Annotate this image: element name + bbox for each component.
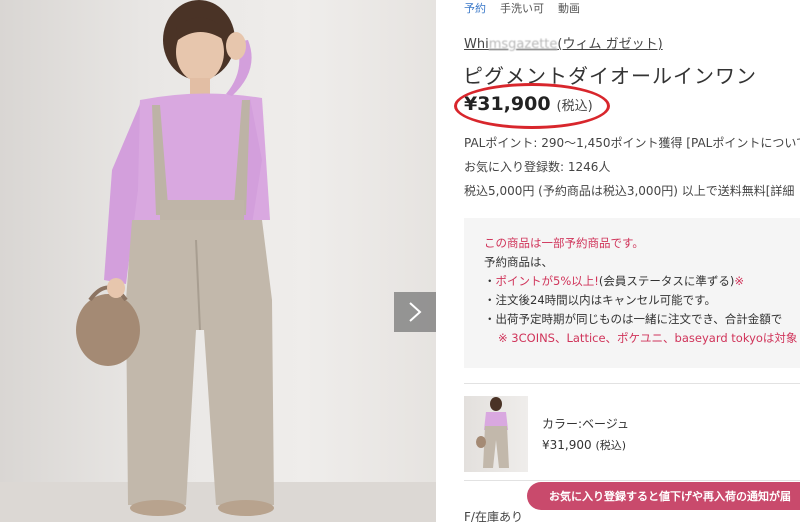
shipping-info[interactable]: 税込5,000円 (予約商品は税込3,000円) 以上で送料無料[詳細 <box>464 182 794 199</box>
notice-line-points: ・ポイントが5%以上!(会員ステータスに準ずる)※ <box>484 272 800 291</box>
tag-reservation[interactable]: 予約 <box>464 0 486 16</box>
brand-link[interactable]: Whimsgazette(ウィム ガゼット) <box>464 33 663 52</box>
preorder-notice: この商品は一部予約商品です。 予約商品は、 ・ポイントが5%以上!(会員ステータ… <box>464 218 800 368</box>
notice-bullet: ・ <box>484 274 496 288</box>
variant-color: カラー:ベージュ <box>542 417 629 431</box>
notice-points-rest: (会員ステータスに準ずる) <box>598 274 735 288</box>
notice-line-shipping: ・出荷予定時期が同じものは一緒に注文でき、合計金額で <box>484 312 783 326</box>
divider <box>464 383 800 384</box>
price-highlight-circle <box>454 83 610 129</box>
notice-line-exclusion: ※ 3COINS、Lattice、ポケユニ、baseyard tokyoは対象 <box>498 331 798 345</box>
product-info-panel: 予約 手洗い可 動画 Whimsgazette(ウィム ガゼット) ピグメントダ… <box>436 0 800 522</box>
notice-points-highlight: ポイントが5%以上! <box>495 274 599 288</box>
variant-price-amount: ¥31,900 <box>542 438 592 452</box>
chevron-right-icon <box>409 302 422 322</box>
tag-video[interactable]: 動画 <box>558 0 580 16</box>
stock-status[interactable]: F/在庫あり <box>464 508 523 522</box>
notice-line-cancel: ・注文後24時間以内はキャンセル可能です。 <box>484 293 716 307</box>
brand-obscured: msgazette <box>488 37 558 52</box>
notice-points-mark: ※ <box>734 274 744 288</box>
variant-thumbnail[interactable] <box>464 396 528 472</box>
brand-suffix: (ウィム ガゼット) <box>557 37 663 52</box>
notice-line: 予約商品は、 <box>484 255 553 269</box>
product-image[interactable] <box>0 0 436 522</box>
brand-prefix: Whi <box>464 37 489 52</box>
tag-hand-wash: 手洗い可 <box>500 2 544 15</box>
next-image-button[interactable] <box>394 292 436 332</box>
favorites-count: お気に入り登録数: 1246人 <box>464 160 611 174</box>
notice-heading: この商品は一部予約商品です。 <box>484 236 644 250</box>
product-tags: 予約 手洗い可 動画 <box>464 0 580 16</box>
variant-price: ¥31,900 (税込) <box>542 437 626 453</box>
divider <box>464 480 800 481</box>
model-figure <box>76 0 274 516</box>
favorite-notification-banner[interactable]: お気に入り登録すると値下げや再入荷の通知が届 <box>527 482 800 510</box>
points-info[interactable]: PALポイント: 290〜1,450ポイント獲得 [PALポイントについて <box>464 134 800 151</box>
thumbnail-figure <box>476 397 509 468</box>
variant-tax-label: (税込) <box>595 439 627 452</box>
